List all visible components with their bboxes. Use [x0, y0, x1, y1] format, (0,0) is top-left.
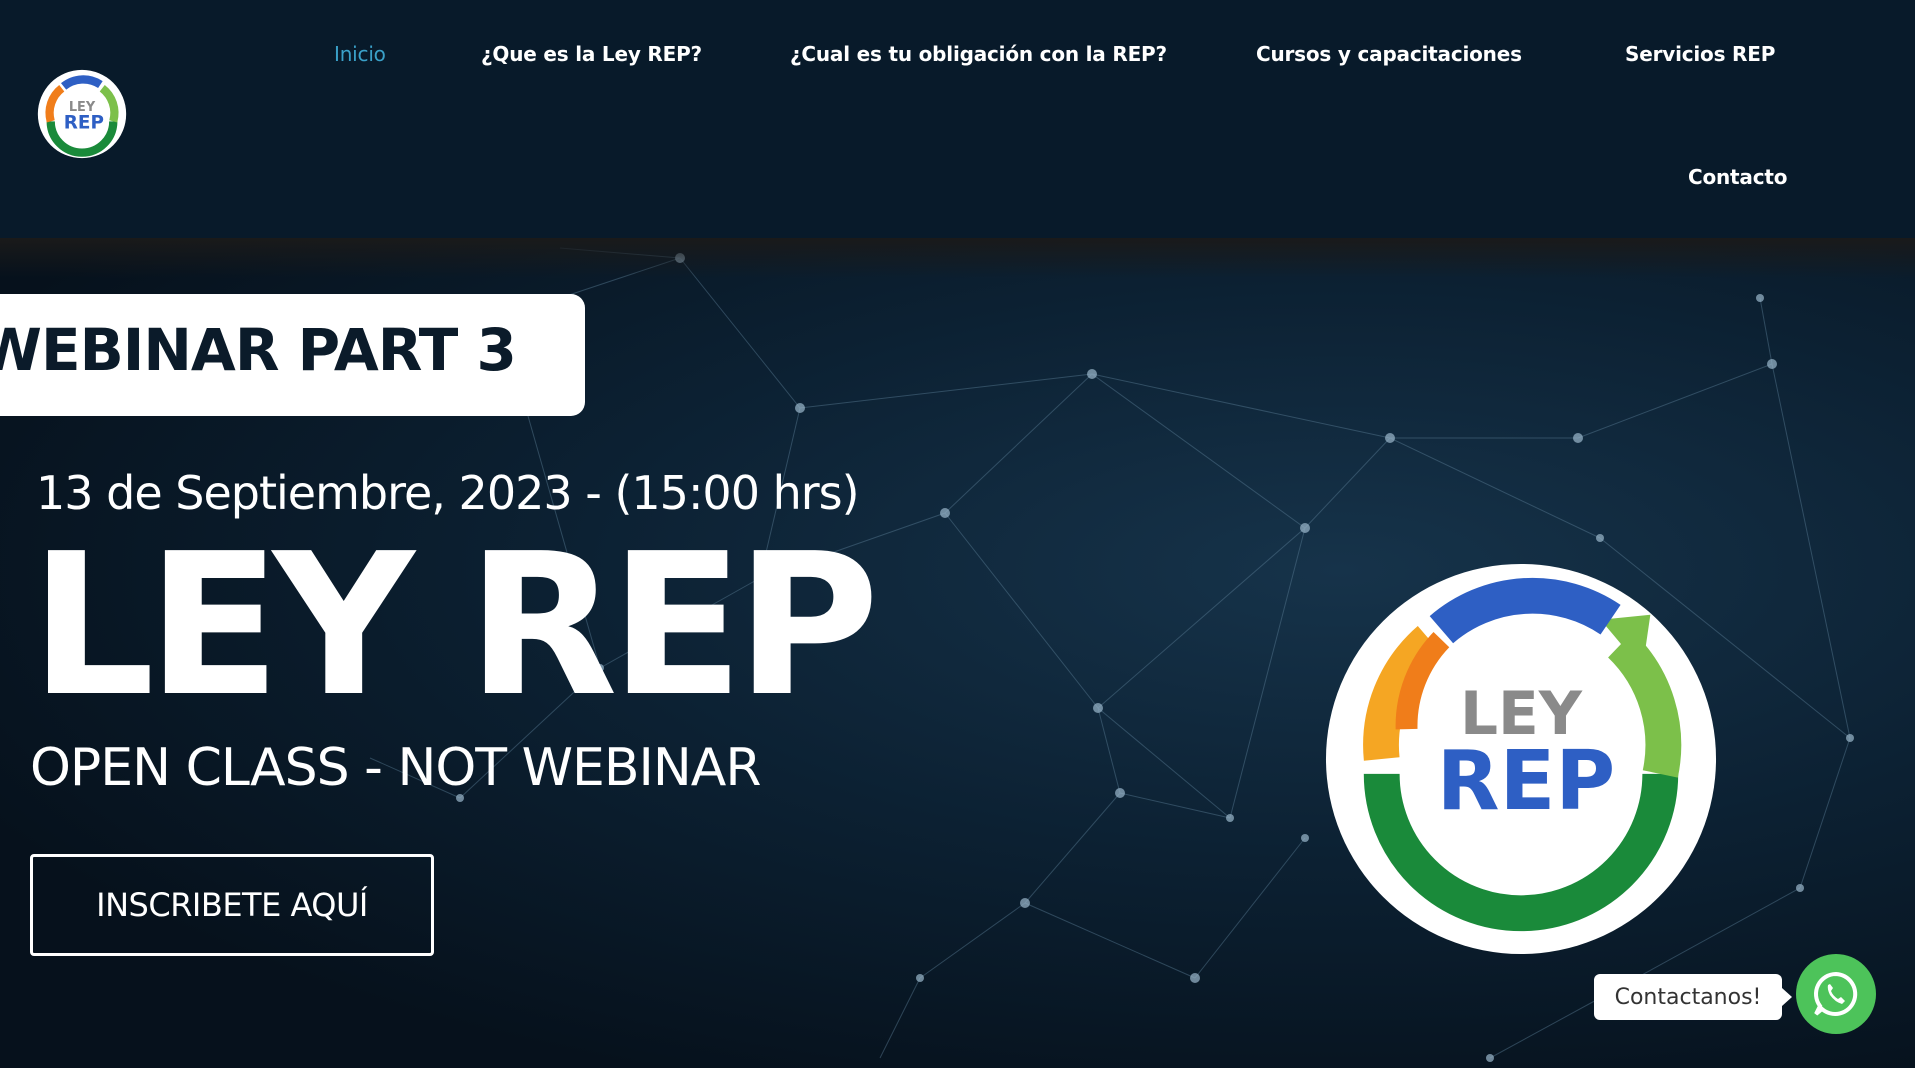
whatsapp-icon — [1814, 971, 1858, 1016]
nav-obligacion-rep[interactable]: ¿Cual es tu obligación con la REP? — [790, 42, 1167, 66]
ley-rep-logo-large: LEY REP — [1325, 563, 1717, 955]
whatsapp-button[interactable] — [1796, 954, 1876, 1034]
nav-inicio[interactable]: Inicio — [334, 42, 386, 66]
nav-servicios-rep[interactable]: Servicios REP — [1625, 42, 1775, 66]
svg-text:REP: REP — [1437, 734, 1615, 829]
ley-rep-logo[interactable]: LEY REP — [36, 68, 128, 160]
site-header: LEY REP Inicio ¿Que es la Ley REP? ¿Cual… — [0, 0, 1915, 238]
contact-chat-label[interactable]: Contactanos! — [1594, 974, 1792, 1020]
hero-banner: WEBINAR PART 3 13 de Septiembre, 2023 - … — [0, 238, 1915, 1068]
header-shadow — [0, 238, 1915, 278]
webinar-tag-text: WEBINAR PART 3 — [0, 316, 517, 384]
hero-subtitle: OPEN CLASS - NOT WEBINAR — [30, 738, 761, 798]
nav-cursos-capacitaciones[interactable]: Cursos y capacitaciones — [1256, 42, 1522, 66]
inscribete-button[interactable]: INSCRIBETE AQUÍ — [30, 854, 434, 956]
nav-que-es-ley-rep[interactable]: ¿Que es la Ley REP? — [481, 42, 702, 66]
hero-title: LEY REP — [30, 512, 879, 740]
nav-contacto[interactable]: Contacto — [1688, 165, 1787, 189]
webinar-tag: WEBINAR PART 3 — [0, 294, 585, 416]
svg-text:REP: REP — [64, 113, 104, 134]
